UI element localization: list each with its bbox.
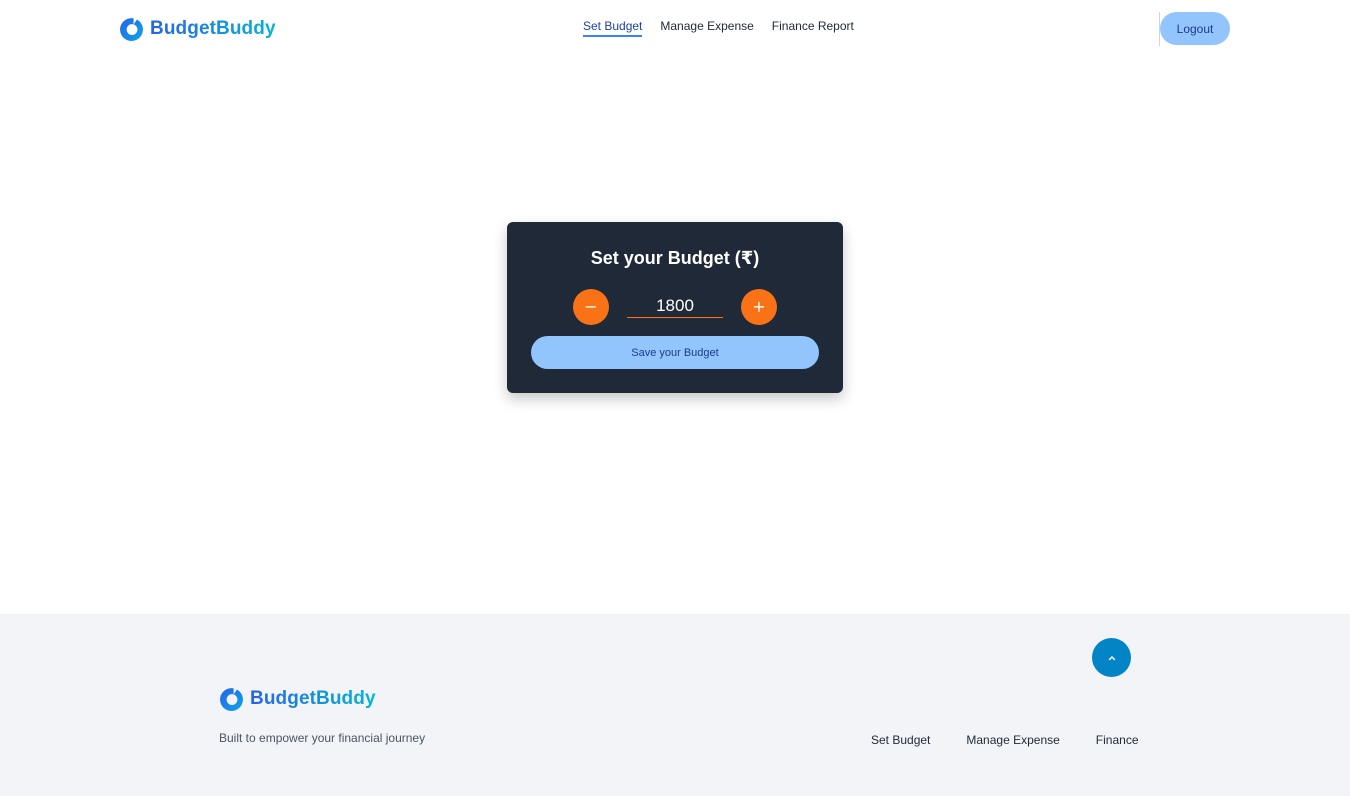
logout-button[interactable]: Logout	[1160, 12, 1230, 45]
footer-link-set-budget[interactable]: Set Budget	[871, 733, 930, 747]
logo-ring-icon	[120, 17, 143, 41]
budget-card-title: Set your Budget (₹)	[590, 248, 760, 268]
footer-links: Set Budget Manage Expense Finance	[871, 733, 1139, 747]
save-budget-button[interactable]: Save your Budget	[531, 336, 819, 369]
footer: BudgetBuddy Built to empower your financ…	[0, 614, 1350, 796]
increment-button[interactable]: +	[741, 289, 777, 325]
decrement-button[interactable]: −	[573, 289, 609, 325]
main-nav: Set Budget Manage Expense Finance Report	[583, 19, 854, 37]
chevron-up-icon	[1108, 655, 1115, 660]
nav-set-budget[interactable]: Set Budget	[583, 19, 643, 37]
footer-brand-logo[interactable]: BudgetBuddy	[219, 686, 376, 711]
footer-link-finance[interactable]: Finance	[1096, 733, 1139, 747]
scroll-to-top-button[interactable]	[1092, 638, 1131, 677]
footer-tagline: Built to empower your financial journey	[219, 731, 426, 745]
brand-name: BudgetBuddy	[150, 17, 276, 39]
nav-finance-report[interactable]: Finance Report	[772, 19, 854, 37]
footer-brand-name: BudgetBuddy	[250, 687, 376, 709]
budget-amount-input[interactable]	[627, 295, 723, 318]
footer-link-manage-expense[interactable]: Manage Expense	[966, 733, 1059, 747]
brand-logo[interactable]: BudgetBuddy	[119, 16, 276, 41]
nav-manage-expense[interactable]: Manage Expense	[660, 19, 753, 37]
top-navbar: BudgetBuddy Set Budget Manage Expense Fi…	[0, 0, 1350, 58]
budget-card: Set your Budget (₹) − + Save your Budget	[507, 222, 843, 393]
logo-ring-icon	[220, 687, 243, 711]
